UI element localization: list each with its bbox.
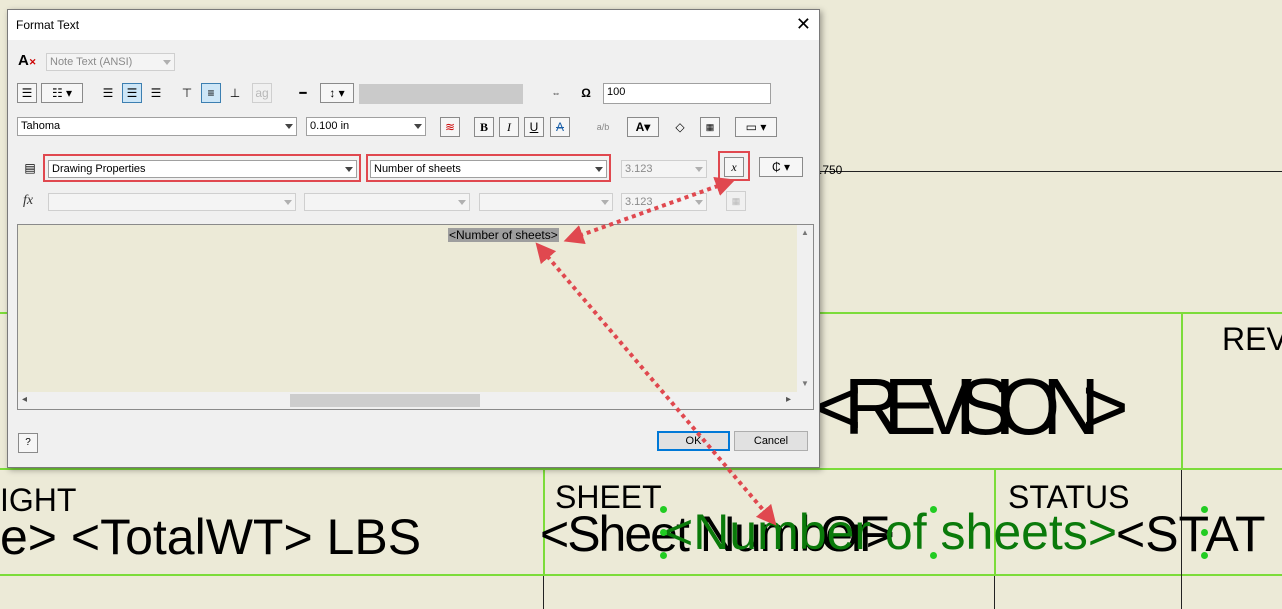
annotation-arrow (535, 242, 777, 526)
annotation-arrows (535, 176, 777, 526)
annotation-arrow (563, 176, 736, 245)
